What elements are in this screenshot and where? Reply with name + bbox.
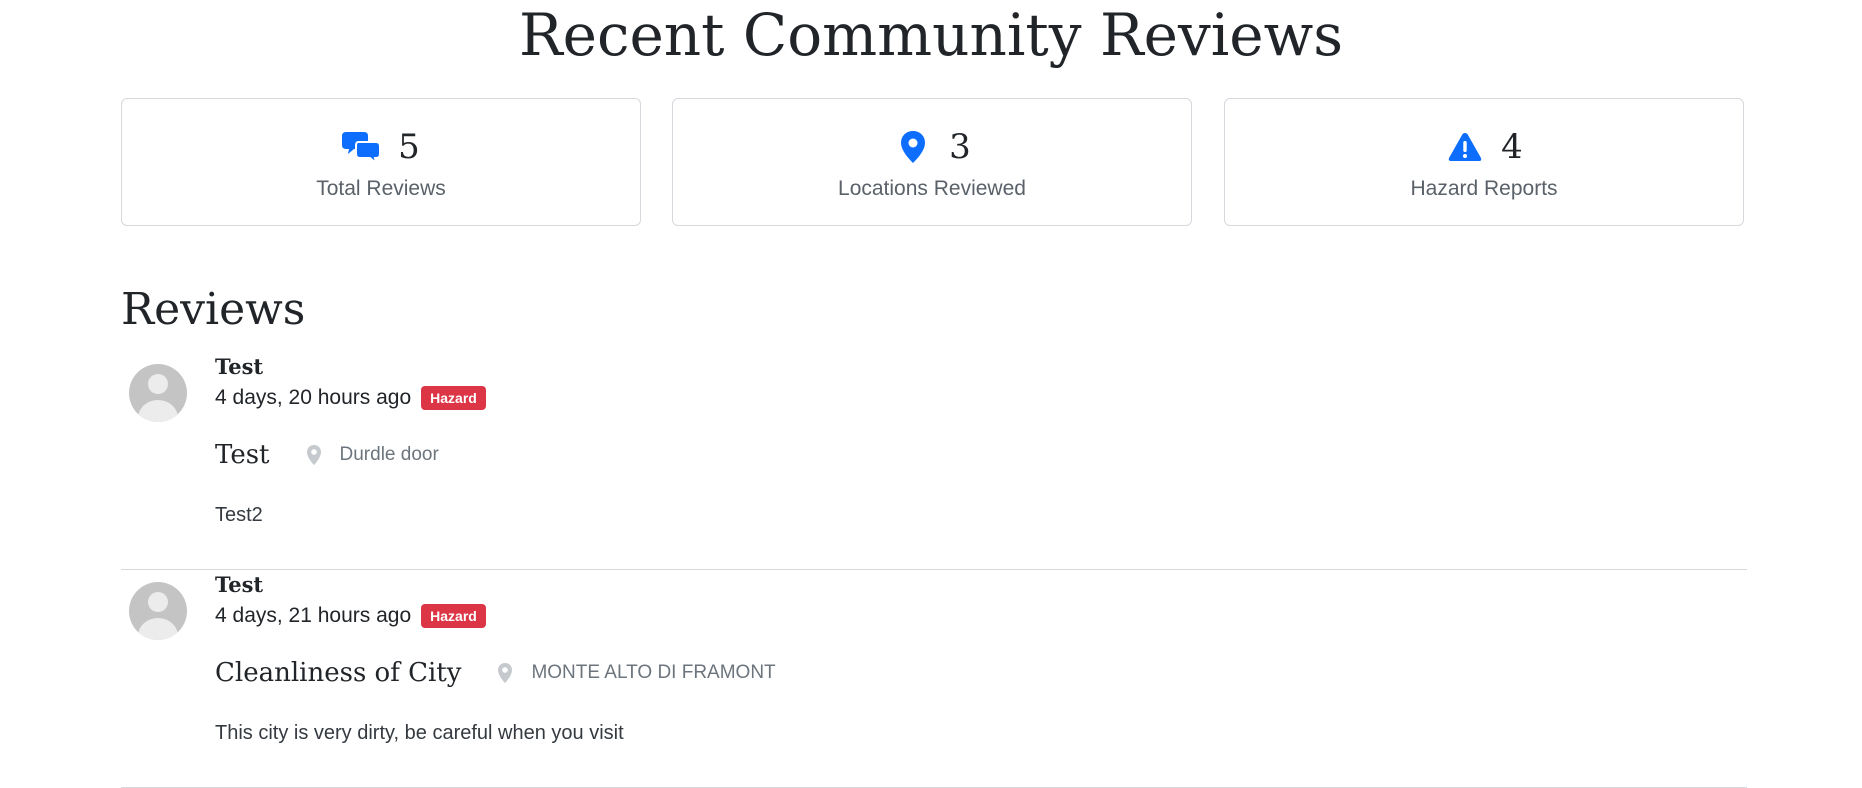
location-pin-icon [497, 662, 515, 684]
avatar[interactable] [129, 364, 187, 422]
reviews-heading: Reviews [121, 284, 306, 335]
review-item: Test 4 days, 21 hours ago Hazard Cleanli… [121, 570, 1747, 788]
stat-value: 5 [398, 127, 420, 167]
stats-row: 5 Total Reviews 3 Locations Reviewed 4 H… [121, 98, 1747, 228]
stat-card-total-reviews: 5 Total Reviews [121, 98, 641, 226]
hazard-badge: Hazard [421, 386, 486, 410]
warning-triangle-icon [1445, 127, 1485, 167]
review-body: Test2 [215, 504, 263, 526]
location-pin-icon [306, 444, 324, 466]
stat-label: Hazard Reports [1410, 177, 1558, 200]
review-location[interactable]: MONTE ALTO DI FRAMONT [531, 662, 775, 684]
review-author[interactable]: Test [215, 354, 263, 379]
review-title: Cleanliness of City [215, 658, 462, 688]
map-pin-icon [893, 127, 933, 167]
review-author[interactable]: Test [215, 572, 263, 597]
review-timestamp: 4 days, 20 hours ago [215, 386, 412, 409]
comments-icon [342, 127, 382, 167]
avatar[interactable] [129, 582, 187, 640]
stat-value: 4 [1501, 127, 1523, 167]
stat-card-hazard-reports: 4 Hazard Reports [1224, 98, 1744, 226]
stat-value: 3 [949, 127, 971, 167]
hazard-badge: Hazard [421, 604, 486, 628]
review-item: Test 4 days, 20 hours ago Hazard Test Du… [121, 352, 1747, 570]
review-body: This city is very dirty, be careful when… [215, 722, 624, 744]
review-timestamp: 4 days, 21 hours ago [215, 604, 412, 627]
review-location[interactable]: Durdle door [340, 444, 439, 466]
page-title: Recent Community Reviews [518, 1, 1343, 69]
stat-card-locations-reviewed: 3 Locations Reviewed [672, 98, 1192, 226]
stat-label: Locations Reviewed [838, 177, 1026, 200]
review-title: Test [215, 440, 270, 470]
stat-label: Total Reviews [316, 177, 446, 200]
